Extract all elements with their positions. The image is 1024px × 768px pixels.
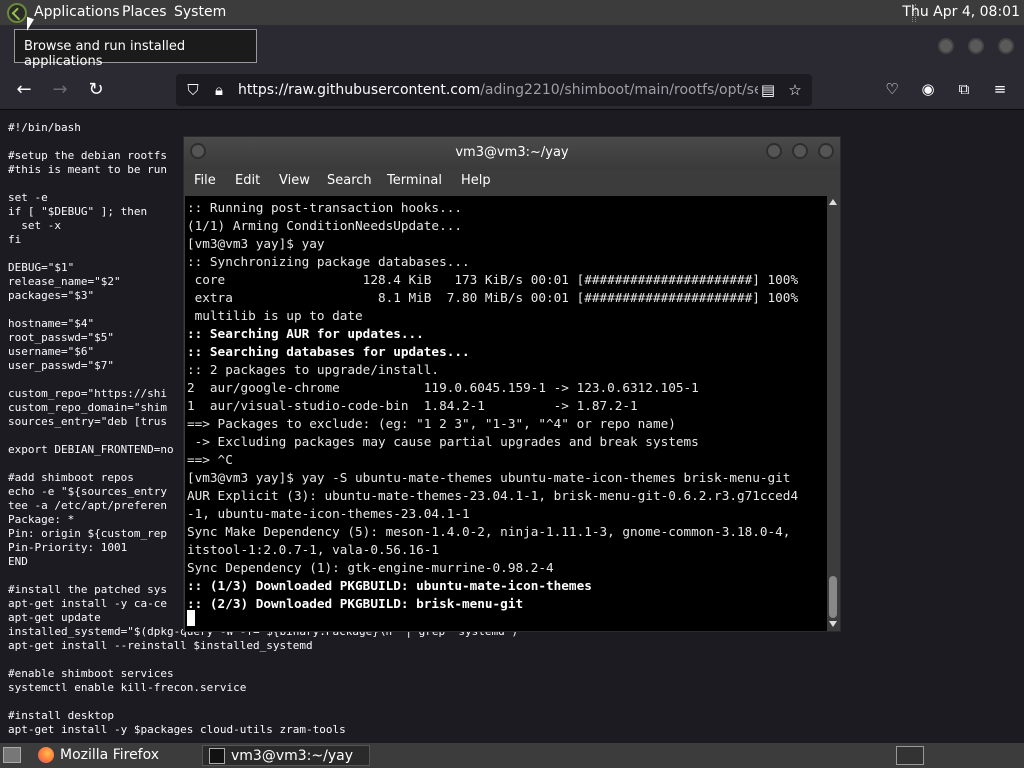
firefox-icon xyxy=(38,747,54,763)
terminal-cursor xyxy=(187,610,195,626)
hamburger-menu-icon[interactable]: ≡ xyxy=(991,80,1009,98)
terminal-line: -> Excluding packages may cause partial … xyxy=(187,434,699,449)
terminal-line: -1, ubuntu-mate-icon-themes-23.04.1-1 xyxy=(187,506,470,521)
menu-applications[interactable]: Applications xyxy=(34,4,120,20)
terminal-line: :: (1/3) Downloaded PKGBUILD: ubuntu-mat… xyxy=(187,578,592,593)
clock[interactable]: Thu Apr 4, 08:01 xyxy=(902,4,1020,20)
code-line: #!/bin/bash xyxy=(8,121,81,134)
shield-icon[interactable]: ⛉ xyxy=(184,81,202,99)
terminal-title: vm3@vm3:~/yay xyxy=(455,145,569,160)
url-bar[interactable]: ⛉ 🔒︎ https://raw.githubusercontent.com/a… xyxy=(176,74,812,106)
terminal-line: [vm3@vm3 yay]$ yay xyxy=(187,236,325,251)
code-line: apt-get install --reinstall $installed_s… xyxy=(8,639,313,652)
code-line: systemctl enable kill-frecon.service xyxy=(8,681,247,694)
terminal-line: 1 aur/visual-studio-code-bin 1.84.2-1 ->… xyxy=(187,398,638,413)
terminal-line: ==> Packages to exclude: (eg: "1 2 3", "… xyxy=(187,416,676,431)
url-path: /ading2210/shimboot/main/rootfs/opt/setu… xyxy=(480,82,758,98)
terminal-line: :: Searching AUR for updates... xyxy=(187,326,424,341)
terminal-icon xyxy=(209,748,225,764)
menu-edit[interactable]: Edit xyxy=(235,173,260,188)
url-text[interactable]: https://raw.githubusercontent.com/ading2… xyxy=(238,82,758,98)
back-arrow-icon[interactable]: ← xyxy=(13,79,35,101)
minimize-button[interactable] xyxy=(938,38,954,54)
task-terminal-label: vm3@vm3:~/yay xyxy=(231,748,353,764)
mate-logo-icon[interactable] xyxy=(7,3,27,23)
terminal-line: :: Synchronizing package databases... xyxy=(187,254,470,269)
terminal-line: ==> ^C xyxy=(187,452,233,467)
account-icon[interactable]: ◉ xyxy=(919,80,937,98)
task-firefox-label: Mozilla Firefox xyxy=(60,747,160,763)
minimize-button[interactable] xyxy=(766,143,782,159)
scroll-down-icon[interactable] xyxy=(829,621,837,627)
bottom-panel: Mozilla Firefox vm3@vm3:~/yay xyxy=(0,743,1024,768)
task-firefox[interactable]: Mozilla Firefox xyxy=(32,745,200,766)
menu-view[interactable]: View xyxy=(279,173,310,188)
terminal-line: extra 8.1 MiB 7.80 MiB/s 00:01 [########… xyxy=(187,290,799,305)
scroll-up-icon[interactable] xyxy=(829,199,837,205)
menu-places[interactable]: Places xyxy=(122,4,167,20)
terminal-line: :: Running post-transaction hooks... xyxy=(187,200,462,215)
menu-search[interactable]: Search xyxy=(327,173,372,188)
terminal-output[interactable]: :: Running post-transaction hooks...(1/1… xyxy=(185,196,827,631)
maximize-button[interactable] xyxy=(968,38,984,54)
forward-arrow-icon[interactable]: → xyxy=(49,79,71,101)
reload-icon[interactable]: ↻ xyxy=(85,79,107,101)
code-line: #enable shimboot services xyxy=(8,667,174,680)
top-panel: Applications Places System Thu Apr 4, 08… xyxy=(0,0,1024,25)
terminal-line: :: 2 packages to upgrade/install. xyxy=(187,362,440,377)
menu-system[interactable]: System xyxy=(174,4,226,20)
terminal-line: itstool-1:2.0.7-1, vala-0.56.16-1 xyxy=(187,542,440,557)
firefox-toolbar: ← → ↻ ⛉ 🔒︎ https://raw.githubusercontent… xyxy=(0,70,1024,110)
close-button[interactable] xyxy=(998,38,1014,54)
task-terminal[interactable]: vm3@vm3:~/yay xyxy=(202,745,370,766)
terminal-menubar: File Edit View Search Terminal Help xyxy=(184,169,840,195)
menu-help[interactable]: Help xyxy=(461,173,491,188)
tooltip: Browse and run installed applications xyxy=(14,29,257,69)
terminal-line: Sync Make Dependency (5): meson-1.4.0-2,… xyxy=(187,524,791,539)
terminal-scrollbar[interactable] xyxy=(827,196,839,631)
terminal-line: :: Searching databases for updates... xyxy=(187,344,470,359)
lock-icon[interactable]: 🔒︎ xyxy=(210,81,228,99)
bookmark-star-icon[interactable]: ☆ xyxy=(786,81,804,99)
scroll-thumb[interactable] xyxy=(829,576,837,618)
window-menu-button[interactable] xyxy=(190,143,206,159)
maximize-button[interactable] xyxy=(792,143,808,159)
menu-terminal[interactable]: Terminal xyxy=(387,173,442,188)
mouse-pointer-icon xyxy=(27,16,34,34)
pocket-icon[interactable]: ♡ xyxy=(883,80,901,98)
workspace-switcher[interactable] xyxy=(896,746,924,765)
code-line: #install desktop xyxy=(8,709,114,722)
terminal-line: [vm3@vm3 yay]$ yay -S ubuntu-mate-themes… xyxy=(187,470,791,485)
terminal-line: AUR Explicit (3): ubuntu-mate-themes-23.… xyxy=(187,488,799,503)
url-host: https://raw.githubusercontent.com xyxy=(238,82,481,98)
terminal-line: core 128.4 KiB 173 KiB/s 00:01 [########… xyxy=(187,272,799,287)
terminal-lines: :: Running post-transaction hooks...(1/1… xyxy=(187,199,798,613)
terminal-line: multilib is up to date xyxy=(187,308,363,323)
show-desktop-icon[interactable] xyxy=(3,747,21,763)
terminal-line: Sync Dependency (1): gtk-engine-murrine-… xyxy=(187,560,554,575)
menu-file[interactable]: File xyxy=(194,173,216,188)
terminal-window[interactable]: vm3@vm3:~/yay File Edit View Search Term… xyxy=(183,136,841,632)
terminal-titlebar[interactable]: vm3@vm3:~/yay xyxy=(184,137,840,169)
terminal-line: :: (2/3) Downloaded PKGBUILD: brisk-menu… xyxy=(187,596,524,611)
code-line: apt-get install -y $packages cloud-utils… xyxy=(8,723,346,736)
close-button[interactable] xyxy=(818,143,834,159)
terminal-line: (1/1) Arming ConditionNeedsUpdate... xyxy=(187,218,462,233)
reader-view-icon[interactable]: ▤ xyxy=(759,81,777,99)
extensions-icon[interactable]: ⧉ xyxy=(955,80,973,98)
terminal-line: 2 aur/google-chrome 119.0.6045.159-1 -> … xyxy=(187,380,699,395)
